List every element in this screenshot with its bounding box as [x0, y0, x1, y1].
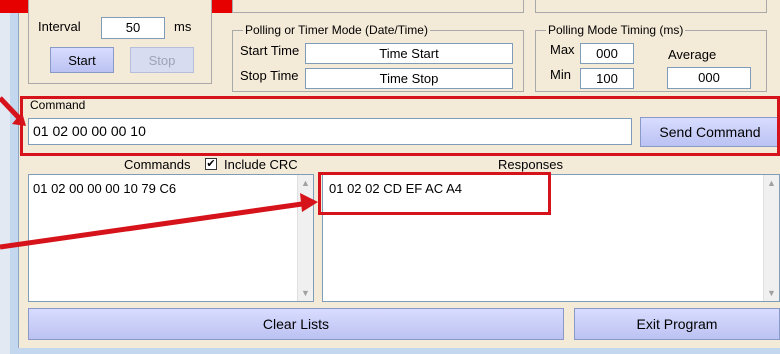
response-arrow — [0, 201, 303, 250]
annotation-arrows — [0, 96, 318, 250]
command-arrow — [0, 96, 21, 120]
response-arrowhead-icon — [300, 193, 318, 212]
